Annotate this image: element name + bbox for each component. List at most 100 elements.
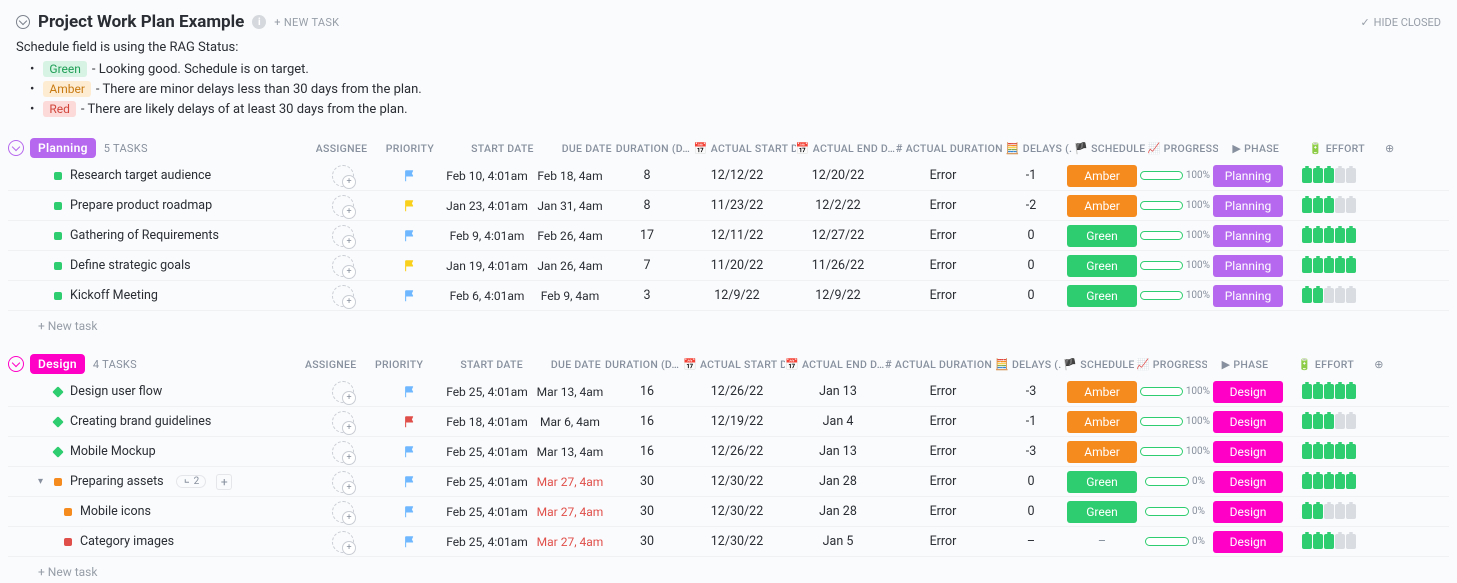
task-row[interactable]: Research target audience Feb 10, 4:01am …	[8, 161, 1449, 191]
phase-pill[interactable]: Design	[1213, 531, 1283, 553]
col-duration[interactable]: DURATION (D…	[616, 142, 694, 155]
info-icon[interactable]: i	[252, 15, 266, 29]
priority-cell[interactable]	[378, 229, 442, 243]
effort-cell[interactable]	[1286, 534, 1372, 549]
group-toggle-icon[interactable]	[8, 356, 24, 372]
effort-cell[interactable]	[1286, 228, 1372, 243]
assignee-cell[interactable]	[308, 285, 378, 307]
assignee-cell[interactable]	[308, 381, 378, 403]
assignee-cell[interactable]	[308, 531, 378, 553]
add-column-button[interactable]: ⊕	[1369, 358, 1389, 371]
col-actual-duration[interactable]: #ACTUAL DURATION (D…	[896, 142, 1006, 155]
schedule-pill[interactable]: Amber	[1067, 195, 1137, 217]
assignee-avatar-icon[interactable]	[332, 285, 354, 307]
due-date[interactable]: Mar 13, 4am	[532, 445, 608, 459]
schedule-pill[interactable]: Green	[1067, 471, 1137, 493]
task-row[interactable]: Prepare product roadmap Jan 23, 4:01am J…	[8, 191, 1449, 221]
effort-cell[interactable]	[1286, 504, 1372, 519]
task-row[interactable]: Define strategic goals Jan 19, 4:01am Ja…	[8, 251, 1449, 281]
actual-start[interactable]: 12/30/22	[686, 474, 788, 489]
task-name[interactable]: Design user flow	[70, 384, 162, 399]
col-actual-start[interactable]: 📅ACTUAL START D…	[694, 142, 796, 155]
col-actual-end[interactable]: 📅ACTUAL END D…	[796, 142, 896, 155]
schedule-pill[interactable]: Green	[1067, 285, 1137, 307]
start-date[interactable]: Feb 6, 4:01am	[442, 289, 532, 303]
actual-start[interactable]: 11/23/22	[686, 198, 788, 213]
start-date[interactable]: Jan 19, 4:01am	[442, 259, 532, 273]
priority-cell[interactable]	[378, 415, 442, 429]
start-date[interactable]: Feb 9, 4:01am	[442, 229, 532, 243]
assignee-avatar-icon[interactable]	[332, 381, 354, 403]
actual-start[interactable]: 12/26/22	[686, 384, 788, 399]
col-phase[interactable]: ▶PHASE	[1207, 358, 1283, 371]
col-due[interactable]: DUE DATE	[540, 142, 616, 155]
actual-start[interactable]: 12/30/22	[686, 534, 788, 549]
start-date[interactable]: Feb 25, 4:01am	[442, 475, 532, 489]
task-name[interactable]: Category images	[80, 534, 174, 549]
group-name[interactable]: Planning	[30, 138, 96, 158]
phase-pill[interactable]: Planning	[1213, 225, 1283, 247]
due-date[interactable]: Mar 27, 4am	[532, 505, 608, 519]
priority-cell[interactable]	[378, 169, 442, 183]
assignee-avatar-icon[interactable]	[332, 471, 354, 493]
assignee-cell[interactable]	[308, 411, 378, 433]
due-date[interactable]: Mar 27, 4am	[532, 535, 608, 549]
task-row[interactable]: Category images Feb 25, 4:01am Mar 27, 4…	[8, 527, 1449, 557]
priority-cell[interactable]	[378, 505, 442, 519]
actual-end[interactable]: Jan 4	[788, 414, 888, 429]
actual-end[interactable]: 11/26/22	[788, 258, 888, 273]
actual-start[interactable]: 12/9/22	[686, 288, 788, 303]
due-date[interactable]: Jan 31, 4am	[532, 199, 608, 213]
task-name[interactable]: Research target audience	[70, 168, 211, 183]
actual-end[interactable]: 12/20/22	[788, 168, 888, 183]
phase-pill[interactable]: Planning	[1213, 255, 1283, 277]
col-delays[interactable]: 🧮DELAYS (…	[995, 358, 1061, 371]
schedule-pill[interactable]: Green	[1067, 225, 1137, 247]
col-schedule[interactable]: 🏴SCHEDULE	[1072, 142, 1148, 155]
actual-start[interactable]: 12/26/22	[686, 444, 788, 459]
effort-cell[interactable]	[1286, 444, 1372, 459]
due-date[interactable]: Mar 27, 4am	[532, 475, 608, 489]
task-row[interactable]: Design user flow Feb 25, 4:01am Mar 13, …	[8, 377, 1449, 407]
col-schedule[interactable]: 🏴SCHEDULE	[1061, 358, 1137, 371]
assignee-cell[interactable]	[308, 441, 378, 463]
task-name[interactable]: Creating brand guidelines	[70, 414, 211, 429]
schedule-pill[interactable]: Amber	[1067, 441, 1137, 463]
schedule-pill[interactable]: Amber	[1067, 165, 1137, 187]
actual-start[interactable]: 12/19/22	[686, 414, 788, 429]
priority-cell[interactable]	[378, 385, 442, 399]
progress-cell[interactable]: 100%	[1140, 446, 1210, 457]
actual-end[interactable]: Jan 13	[788, 384, 888, 399]
actual-end[interactable]: Jan 28	[788, 474, 888, 489]
start-date[interactable]: Feb 25, 4:01am	[442, 445, 532, 459]
actual-end[interactable]: 12/9/22	[788, 288, 888, 303]
actual-end[interactable]: 12/27/22	[788, 228, 888, 243]
col-start[interactable]: START DATE	[439, 358, 529, 371]
start-date[interactable]: Feb 25, 4:01am	[442, 385, 532, 399]
new-task-button[interactable]: + NEW TASK	[274, 16, 339, 29]
start-date[interactable]: Jan 23, 4:01am	[442, 199, 532, 213]
collapse-icon[interactable]	[16, 15, 30, 29]
progress-cell[interactable]: 100%	[1140, 260, 1210, 271]
effort-cell[interactable]	[1286, 384, 1372, 399]
task-name[interactable]: Gathering of Requirements	[70, 228, 219, 243]
assignee-cell[interactable]	[308, 471, 378, 493]
phase-pill[interactable]: Design	[1213, 441, 1283, 463]
group-toggle-icon[interactable]	[8, 140, 24, 156]
actual-end[interactable]: Jan 5	[788, 534, 888, 549]
add-column-button[interactable]: ⊕	[1380, 142, 1400, 155]
task-row[interactable]: Mobile icons Feb 25, 4:01am Mar 27, 4am …	[8, 497, 1449, 527]
assignee-cell[interactable]	[308, 255, 378, 277]
expand-caret-icon[interactable]: ▾	[38, 476, 48, 487]
col-actual-end[interactable]: 📅ACTUAL END D…	[785, 358, 885, 371]
new-task-row[interactable]: + New task	[8, 557, 1449, 583]
col-assignee[interactable]: ASSIGNEE	[316, 142, 386, 155]
task-row[interactable]: Creating brand guidelines Feb 18, 4:01am…	[8, 407, 1449, 437]
task-name[interactable]: Preparing assets	[70, 474, 164, 489]
new-task-row[interactable]: + New task	[8, 311, 1449, 337]
assignee-cell[interactable]	[308, 501, 378, 523]
task-row[interactable]: ▾Preparing assets2+ Feb 25, 4:01am Mar 2…	[8, 467, 1449, 497]
start-date[interactable]: Feb 18, 4:01am	[442, 415, 532, 429]
col-effort[interactable]: 🔋EFFORT	[1283, 358, 1369, 371]
col-progress[interactable]: 📈PROGRESS	[1148, 142, 1218, 155]
